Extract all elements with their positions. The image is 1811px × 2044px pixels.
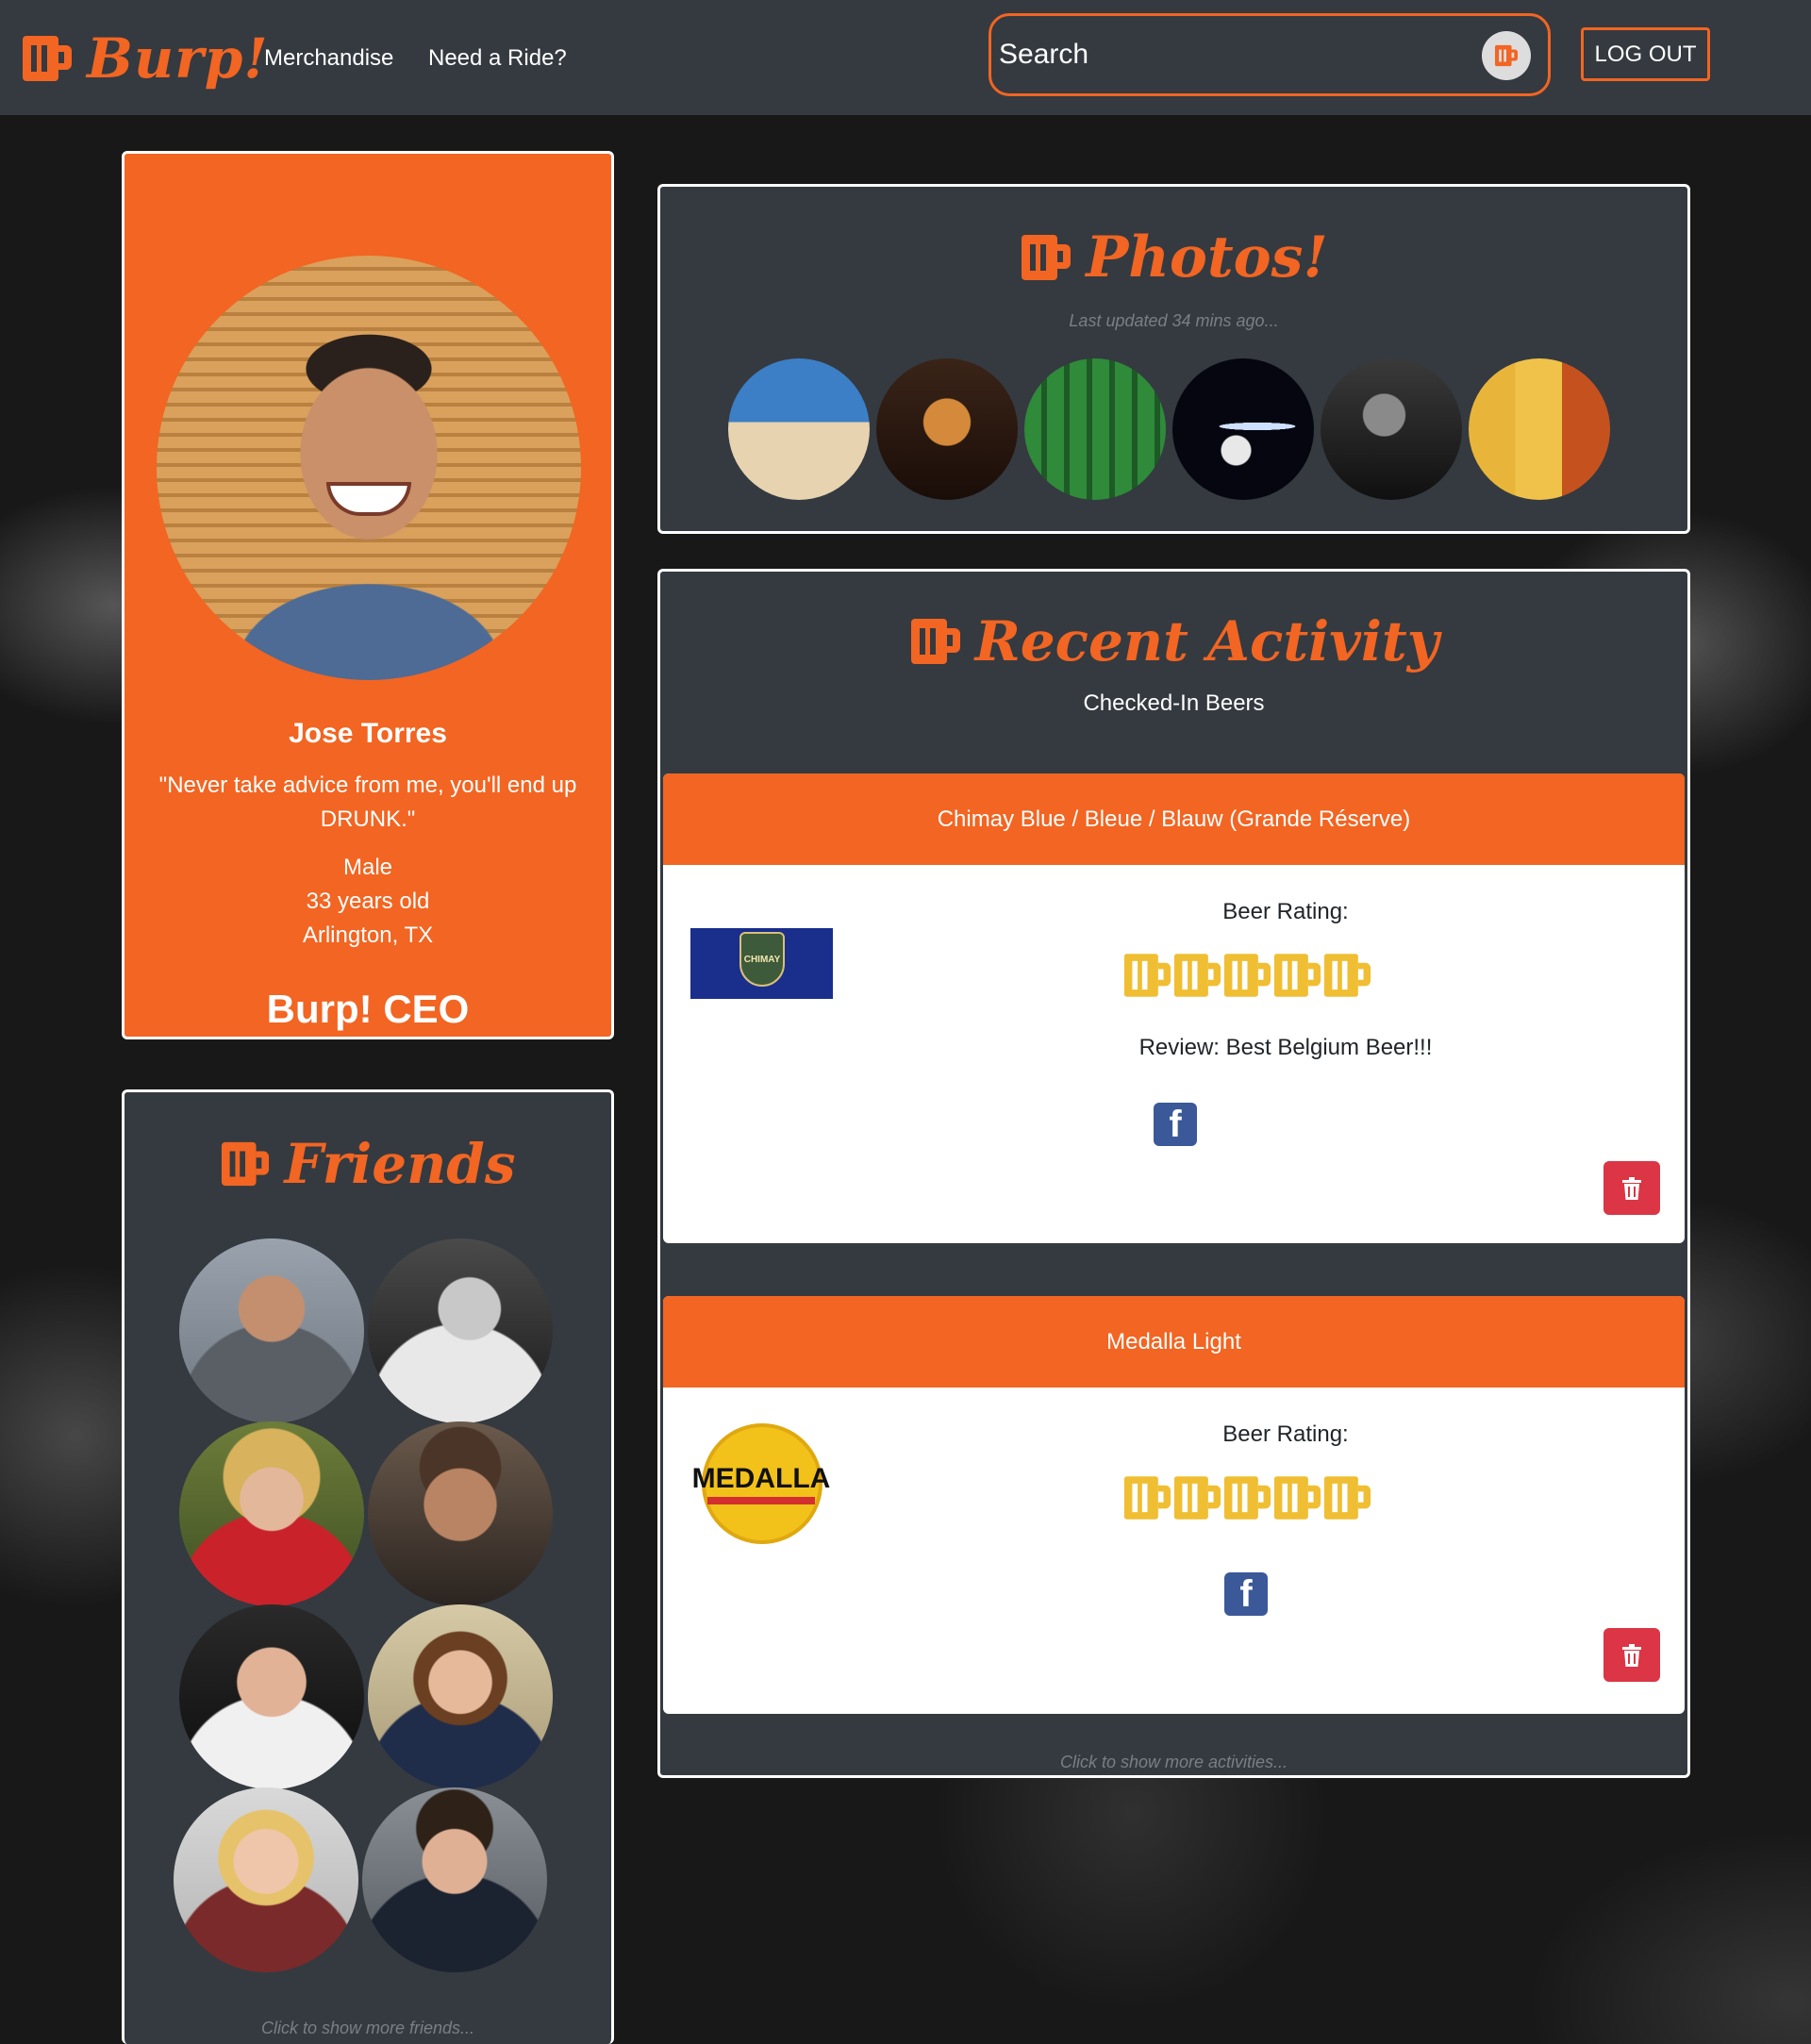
brand-logo[interactable]: Burp! [21,21,269,96]
friends-title: Friends [284,1132,516,1196]
profile-age: 33 years old [306,889,430,914]
friend-avatar-3[interactable] [179,1421,364,1606]
rating-mugs [1122,950,1372,1001]
friends-heading: Friends [125,1132,611,1196]
profile-location: Arlington, TX [302,922,434,948]
photo-thumb-1[interactable] [728,358,870,500]
friend-avatar-2[interactable] [368,1238,553,1423]
facebook-share-icon[interactable]: f [1154,1103,1197,1146]
activity-card: Chimay Blue / Bleue / Blauw (Grande Rése… [663,773,1685,1243]
friend-avatar-1[interactable] [179,1238,364,1423]
search-input[interactable] [999,33,1470,76]
medalla-logo: MEDALLA [690,1423,832,1548]
photo-thumb-5[interactable] [1321,358,1462,500]
photos-updated-text: Last updated 34 mins ago... [1069,311,1279,330]
friend-avatar-8[interactable] [362,1787,547,1972]
profile-card: Jose Torres "Never take advice from me, … [122,151,614,1039]
show-more-friends-link[interactable]: Click to show more friends... [125,2019,611,2038]
activity-heading: Recent Activity [660,609,1687,673]
beer-mug-icon [1223,1476,1271,1520]
beer-mug-icon [1123,1476,1171,1520]
photos-heading: Photos! [660,224,1687,291]
trash-icon [1622,1643,1641,1667]
beer-review: Review: Best Belgium Beer!!! [1138,1035,1433,1060]
search-button[interactable] [1482,31,1531,80]
beer-mug-icon [1273,954,1321,997]
navbar: Burp! Merchandise Need a Ride? LOG OUT [0,0,1811,115]
beer-mug-icon [1323,1476,1371,1520]
beer-mug-icon [222,1141,270,1187]
nav-link-merchandise[interactable]: Merchandise [264,45,393,72]
beer-mug-icon [1123,954,1171,997]
photos-title: Photos! [1086,224,1328,291]
rating-label: Beer Rating: [1222,1421,1349,1447]
profile-quote: "Never take advice from me, you'll end u… [158,773,577,832]
chimay-shield: CHIMAY [739,932,785,987]
show-more-activities-link[interactable]: Click to show more activities... [660,1753,1687,1772]
photo-thumb-2[interactable] [876,358,1018,500]
friend-avatar-4[interactable] [368,1421,553,1606]
beer-mug-icon [1223,954,1271,997]
activity-subtitle: Checked-In Beers [1083,690,1265,716]
friends-panel: Friends Click to show more friends... [122,1089,614,2044]
logout-button[interactable]: LOG OUT [1581,27,1710,81]
rating-mugs [1122,1472,1372,1523]
search-bar [989,13,1551,96]
photo-thumb-6[interactable] [1469,358,1610,500]
profile-avatar [157,256,581,680]
beer-name: Medalla Light [663,1296,1685,1388]
beer-mug-icon [1173,954,1221,997]
photo-thumb-3[interactable] [1024,358,1166,500]
beer-mug-icon [1173,1476,1221,1520]
photo-thumb-4[interactable] [1172,358,1314,500]
beer-mug-icon [1323,954,1371,997]
activity-card: Medalla Light MEDALLA Beer Rating: f [663,1296,1685,1714]
beer-mug-icon [1273,1476,1321,1520]
chimay-logo: CHIMAY [690,928,833,999]
beer-mug-icon [1022,235,1072,280]
activity-title: Recent Activity [974,609,1439,673]
facebook-share-icon[interactable]: f [1224,1572,1268,1616]
friend-avatar-7[interactable] [174,1787,358,1972]
beer-name: Chimay Blue / Bleue / Blauw (Grande Rése… [663,773,1685,865]
beer-mug-icon [23,36,72,81]
recent-activity-panel: Recent Activity Checked-In Beers Chimay … [657,569,1690,1778]
nav-link-need-a-ride[interactable]: Need a Ride? [428,45,567,72]
rating-label: Beer Rating: [1222,899,1349,924]
friend-avatar-5[interactable] [179,1604,364,1789]
profile-title: Burp! CEO [266,987,470,1031]
trash-icon [1622,1176,1641,1200]
photos-panel: Photos! Last updated 34 mins ago... [657,184,1690,534]
profile-gender: Male [342,855,393,880]
beer-mug-icon [910,619,960,664]
beer-mug-icon [1495,44,1518,67]
delete-button[interactable] [1603,1628,1660,1682]
avatar-face [326,482,411,516]
brand-name: Burp! [87,26,269,91]
delete-button[interactable] [1603,1161,1660,1215]
friend-avatar-6[interactable] [368,1604,553,1789]
profile-name: Jose Torres [289,718,447,749]
